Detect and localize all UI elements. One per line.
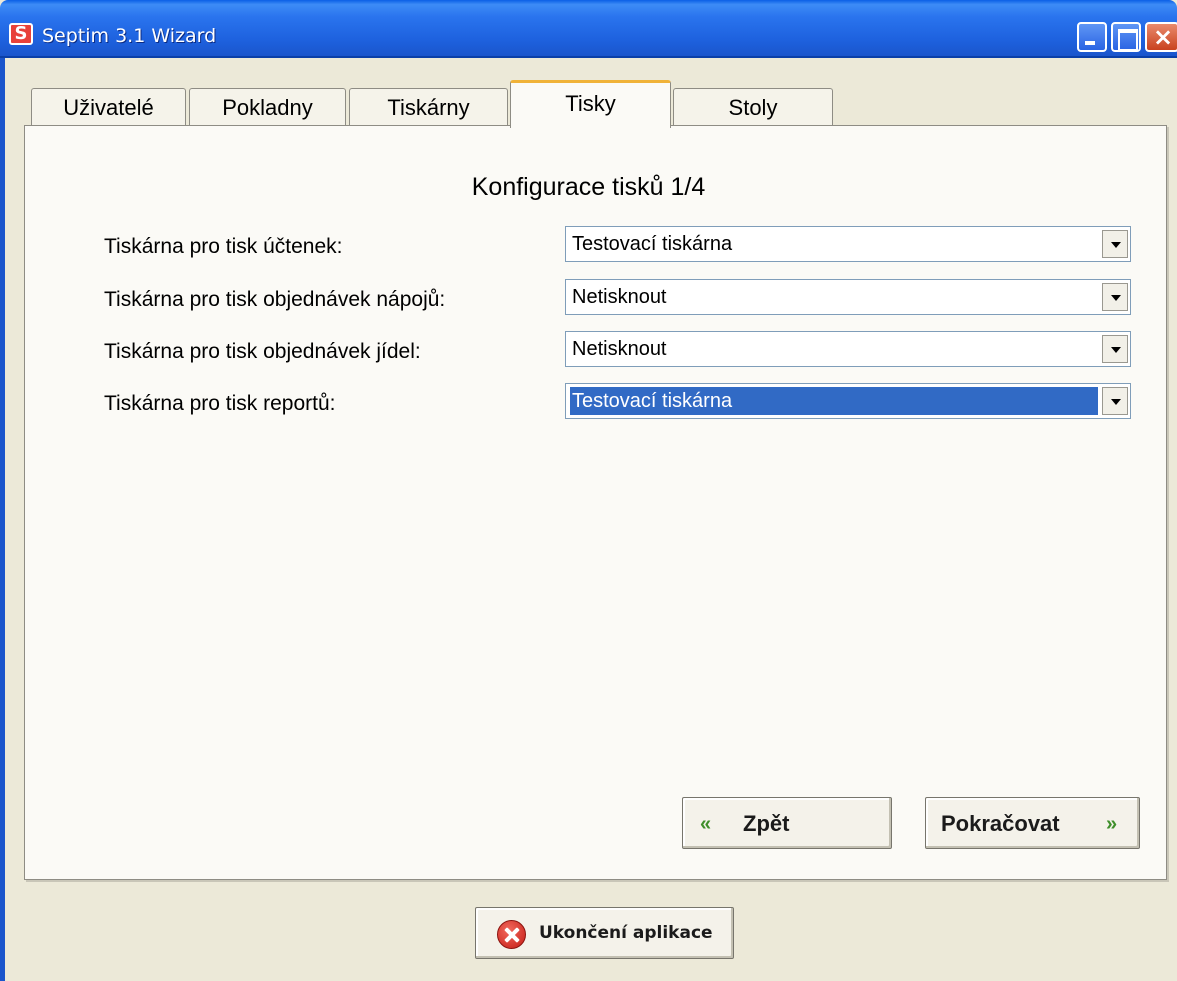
tab-pokladny[interactable]: Pokladny — [189, 88, 346, 126]
receipt-printer-select[interactable]: Testovací tiskárna — [565, 226, 1131, 262]
window-title: Septim 3.1 Wizard — [42, 25, 217, 47]
maximize-button[interactable] — [1111, 22, 1141, 52]
title-bar[interactable]: S Septim 3.1 Wizard × — [0, 0, 1177, 58]
tab-uzivatele[interactable]: Uživatelé — [31, 88, 186, 126]
receipt-printer-value: Testovací tiskárna — [572, 233, 733, 255]
receipt-printer-label: Tiskárna pro tisk účtenek: — [104, 235, 343, 258]
drink-order-printer-value: Netisknout — [572, 286, 667, 308]
drink-order-printer-label: Tiskárna pro tisk objednávek nápojů: — [104, 288, 446, 311]
double-chevron-right-icon: » — [1106, 813, 1117, 835]
app-logo-icon: S — [9, 23, 33, 45]
food-order-printer-label: Tiskárna pro tisk objednávek jídel: — [104, 340, 421, 363]
back-button-label: Zpět — [743, 811, 790, 836]
continue-button-label: Pokračovat — [941, 811, 1060, 836]
report-printer-label: Tiskárna pro tisk reportů: — [104, 392, 336, 415]
tab-tiskarny[interactable]: Tiskárny — [349, 88, 508, 126]
dropdown-arrow-icon[interactable] — [1102, 283, 1128, 311]
dropdown-arrow-icon[interactable] — [1102, 335, 1128, 363]
close-icon: × — [1153, 23, 1174, 51]
tab-stoly[interactable]: Stoly — [673, 88, 833, 126]
exit-application-button[interactable]: Ukončení aplikace — [475, 907, 734, 959]
report-printer-value: Testovací tiskárna — [569, 386, 1099, 416]
drink-order-printer-select[interactable]: Netisknout — [565, 279, 1131, 315]
exit-button-label: Ukončení aplikace — [539, 923, 713, 943]
continue-button[interactable]: Pokračovat » — [925, 797, 1140, 849]
dropdown-arrow-icon[interactable] — [1102, 387, 1128, 415]
food-order-printer-select[interactable]: Netisknout — [565, 331, 1131, 367]
double-chevron-left-icon: « — [700, 813, 711, 835]
exit-icon — [497, 920, 526, 949]
dropdown-arrow-icon[interactable] — [1102, 230, 1128, 258]
minimize-button[interactable] — [1077, 22, 1107, 52]
back-button[interactable]: « Zpět — [682, 797, 892, 849]
close-button[interactable]: × — [1145, 22, 1177, 52]
page-title: Konfigurace tisků 1/4 — [471, 173, 706, 201]
report-printer-select[interactable]: Testovací tiskárna — [565, 383, 1131, 419]
food-order-printer-value: Netisknout — [572, 338, 667, 360]
tab-tisky[interactable]: Tisky — [510, 80, 671, 128]
